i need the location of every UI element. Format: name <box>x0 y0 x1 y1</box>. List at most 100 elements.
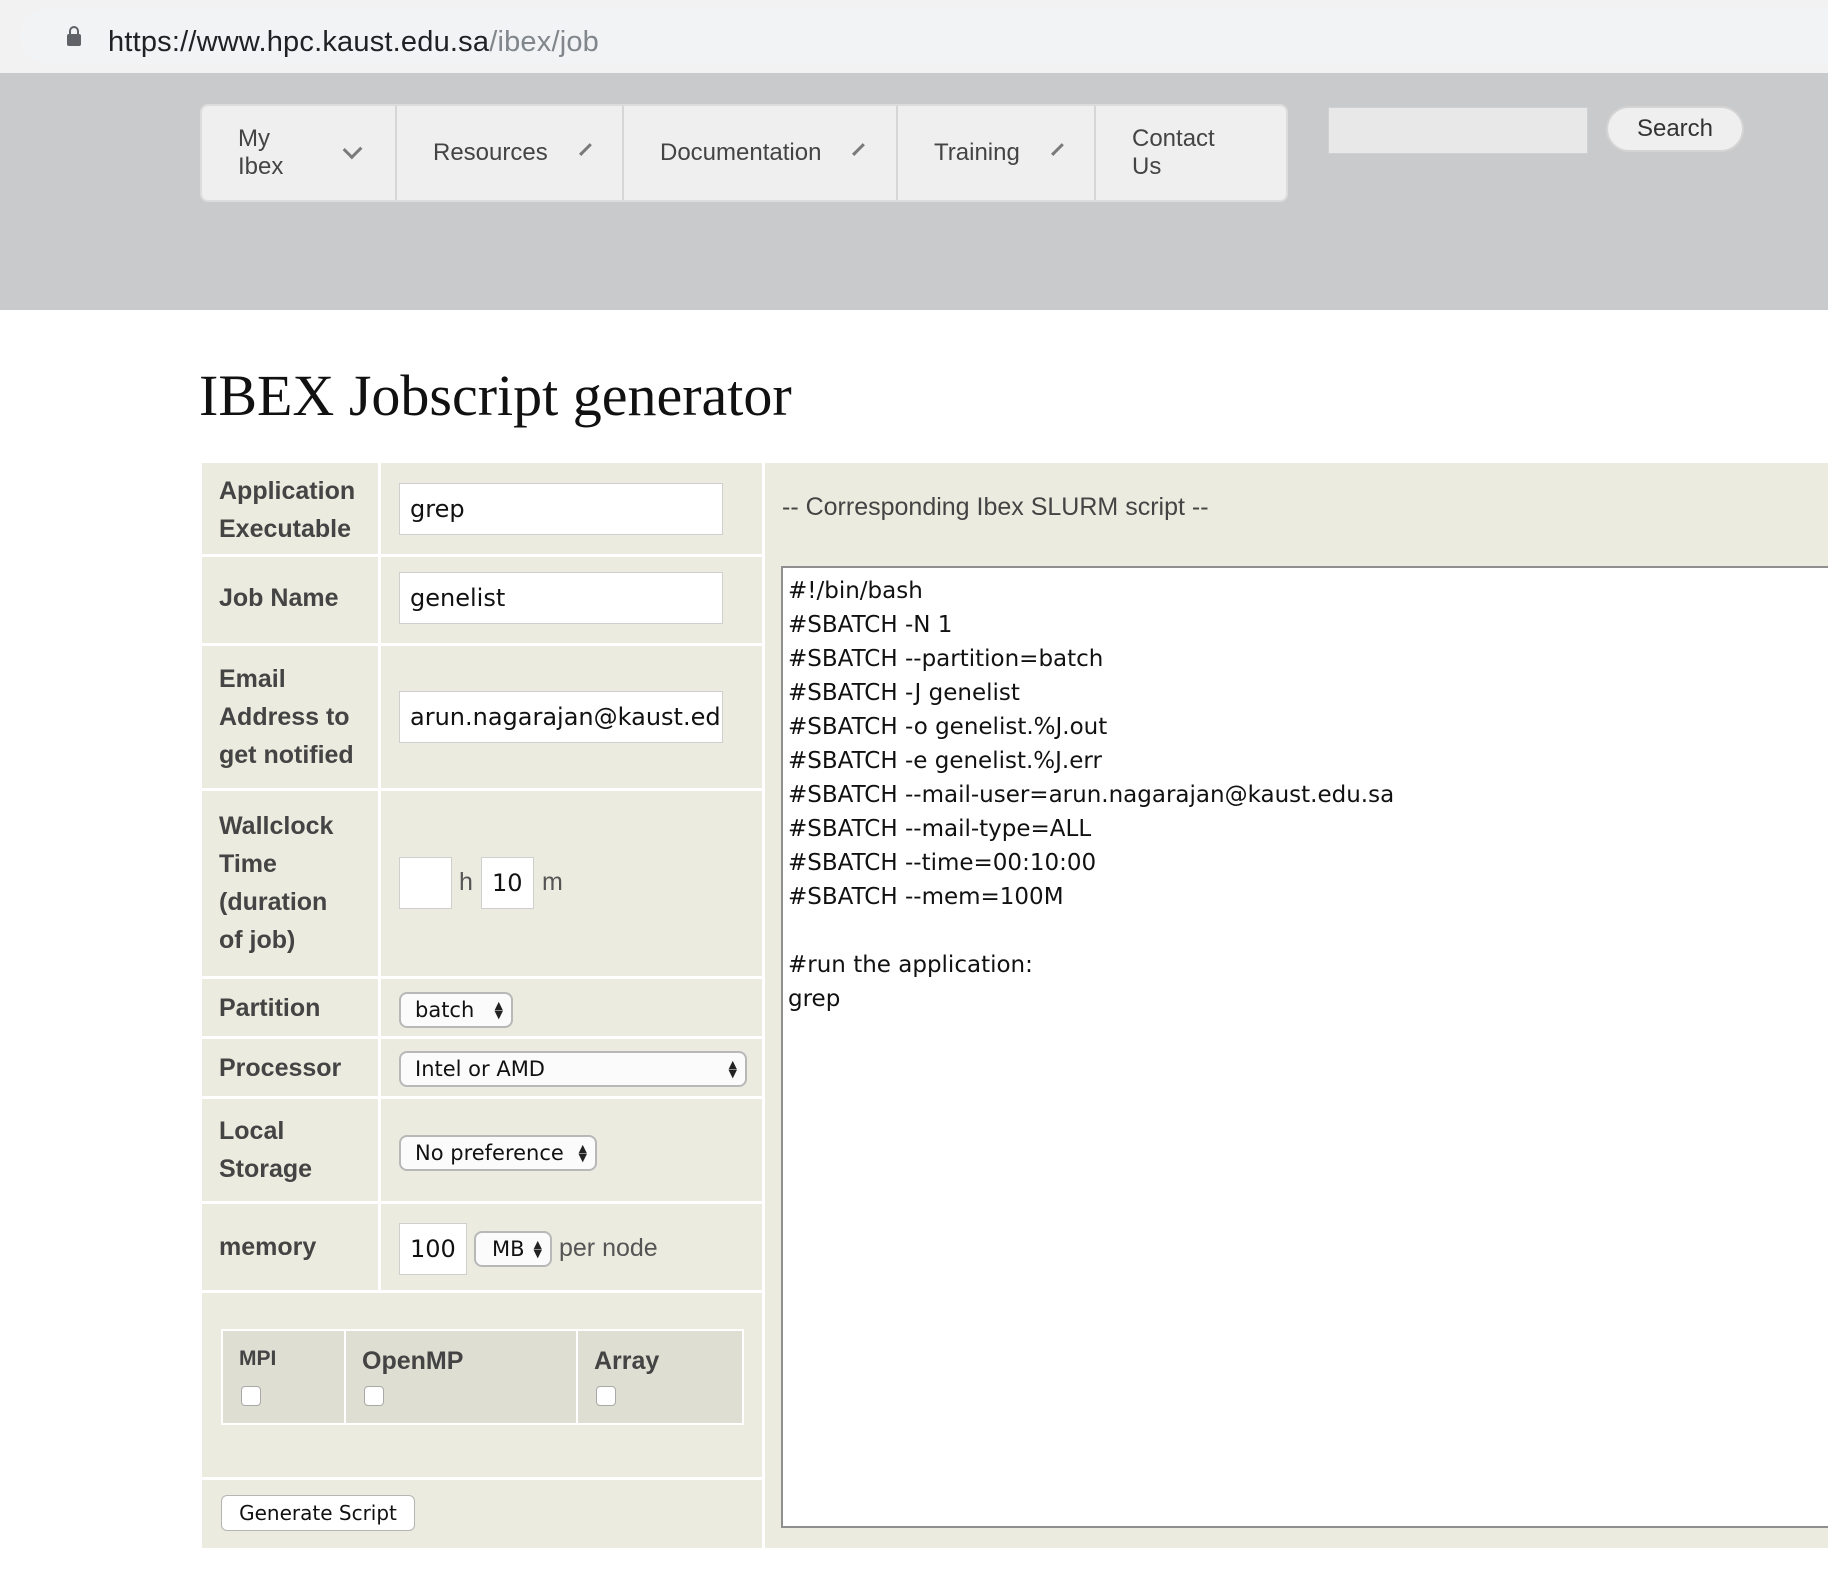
memory-unit-select[interactable]: MB ▲ ▼ <box>474 1231 552 1267</box>
nav-label: Training <box>934 139 1020 166</box>
generate-script-button[interactable]: Generate Script <box>221 1495 415 1531</box>
processor-select[interactable]: Intel or AMD ▲ ▼ <box>399 1051 747 1087</box>
divider <box>378 979 381 1036</box>
chevron-down-icon <box>1050 142 1064 156</box>
option-array: Array <box>578 1331 742 1423</box>
select-arrows-icon: ▲ ▼ <box>533 1238 542 1260</box>
local-storage-select[interactable]: No preference ▲ ▼ <box>399 1135 597 1171</box>
chevron-down-icon <box>852 142 866 156</box>
script-line: #SBATCH --mail-type=ALL <box>788 816 1092 842</box>
memory-label: memory <box>219 1233 317 1261</box>
option-label: Array <box>594 1347 660 1375</box>
search-button[interactable]: Search <box>1606 106 1744 152</box>
mpi-checkbox[interactable] <box>241 1386 261 1406</box>
label-line: (duration <box>219 888 328 916</box>
script-line: #!/bin/bash <box>788 578 923 604</box>
label-line: Application <box>219 477 356 505</box>
label-line: Local <box>219 1117 285 1145</box>
local-storage-label: Local Storage <box>219 1112 312 1188</box>
label-line: Email <box>219 665 286 693</box>
nav-label: Documentation <box>660 139 822 166</box>
select-arrows-icon: ▲ ▼ <box>578 1142 587 1164</box>
label-line: get notified <box>219 741 354 769</box>
label-line: Executable <box>219 515 352 543</box>
options-table: MPI OpenMP Array <box>221 1329 744 1425</box>
openmp-checkbox[interactable] <box>364 1386 384 1406</box>
script-line: #SBATCH -N 1 <box>788 612 953 638</box>
memory-unit-selected: MB <box>492 1237 525 1261</box>
script-line: #SBATCH -o genelist.%J.out <box>788 714 1108 740</box>
hours-input[interactable] <box>399 857 452 909</box>
address-bar[interactable]: https://www.hpc.kaust.edu.sa/ibex/job <box>20 8 1828 64</box>
chevron-down-icon <box>578 142 592 156</box>
nav-item-resources[interactable]: Resources <box>397 106 624 200</box>
email-label: Email Address to get notified <box>219 660 354 774</box>
option-openmp: OpenMP <box>346 1331 578 1423</box>
row-partition: Partition batch ▲ ▼ <box>202 979 762 1039</box>
processor-label: Processor <box>219 1054 342 1082</box>
memory-input[interactable]: 100 <box>399 1223 467 1275</box>
script-line: #SBATCH --time=00:10:00 <box>788 850 1097 876</box>
row-processor: Processor Intel or AMD ▲ ▼ <box>202 1039 762 1099</box>
script-line: #SBATCH -J genelist <box>788 680 1020 706</box>
array-checkbox[interactable] <box>596 1386 616 1406</box>
divider <box>378 463 381 554</box>
script-textarea[interactable]: #!/bin/bash #SBATCH -N 1 #SBATCH --parti… <box>781 566 1828 1528</box>
label-line: Address to <box>219 703 350 731</box>
script-line: #SBATCH -e genelist.%J.err <box>788 748 1102 774</box>
hours-unit: h <box>459 868 473 896</box>
partition-select[interactable]: batch ▲ ▼ <box>399 992 513 1028</box>
nav-label: Resources <box>433 139 548 166</box>
nav-item-training[interactable]: Training <box>898 106 1096 200</box>
row-application: Application Executable grep <box>202 463 762 557</box>
script-line: grep <box>788 986 841 1012</box>
job-name-label: Job Name <box>219 584 339 612</box>
email-input[interactable]: arun.nagarajan@kaust.edu.sa <box>399 691 723 743</box>
browser-toolbar: https://www.hpc.kaust.edu.sa/ibex/job <box>0 0 1828 73</box>
label-line: Wallclock <box>219 812 334 840</box>
nav-label: Contact Us <box>1132 125 1215 180</box>
processor-selected: Intel or AMD <box>415 1057 545 1081</box>
nav-label: My Ibex <box>238 125 284 180</box>
script-line: #SBATCH --mail-user=arun.nagarajan@kaust… <box>788 782 1395 808</box>
option-label: OpenMP <box>362 1347 464 1375</box>
lock-icon <box>67 26 81 46</box>
option-mpi: MPI <box>223 1331 346 1423</box>
nav-item-contact-us[interactable]: Contact Us <box>1096 106 1286 200</box>
divider <box>378 646 381 788</box>
script-line: #run the application: <box>788 952 1033 978</box>
divider <box>202 1477 762 1480</box>
minutes-input[interactable]: 10 <box>481 857 534 909</box>
chevron-down-icon <box>342 139 363 159</box>
local-storage-selected: No preference <box>415 1141 564 1165</box>
nav-item-documentation[interactable]: Documentation <box>624 106 898 200</box>
nav-item-my-ibex[interactable]: My Ibex <box>202 106 397 200</box>
script-line <box>788 914 1828 948</box>
script-header: -- Corresponding Ibex SLURM script -- <box>782 493 1209 521</box>
select-arrows-icon: ▲ ▼ <box>494 999 503 1021</box>
divider <box>378 1204 381 1290</box>
divider <box>378 1099 381 1201</box>
select-arrows-icon: ▲ ▼ <box>728 1058 737 1080</box>
search-input[interactable] <box>1328 107 1588 154</box>
option-label: MPI <box>239 1347 277 1370</box>
wallclock-label: Wallclock Time (duration of job) <box>219 807 333 959</box>
label-line: Time <box>219 850 277 878</box>
divider <box>378 791 381 976</box>
url-host: https://www.hpc.kaust.edu.sa <box>108 26 490 58</box>
label-line: of job) <box>219 926 296 954</box>
application-input[interactable]: grep <box>399 483 723 535</box>
row-wallclock: Wallclock Time (duration of job) h 10 m <box>202 791 762 979</box>
application-label: Application Executable <box>219 472 355 548</box>
divider <box>378 557 381 643</box>
memory-suffix: per node <box>559 1234 658 1262</box>
job-name-input[interactable]: genelist <box>399 572 723 624</box>
partition-label: Partition <box>219 994 321 1022</box>
row-job-name: Job Name genelist <box>202 557 762 646</box>
script-panel: -- Corresponding Ibex SLURM script -- #!… <box>765 463 1828 1548</box>
url-text[interactable]: https://www.hpc.kaust.edu.sa/ibex/job <box>108 26 599 59</box>
form-panel: Application Executable grep Job Name gen… <box>202 463 762 1548</box>
label-line: Storage <box>219 1155 313 1183</box>
minutes-unit: m <box>542 868 563 896</box>
script-line: #SBATCH --partition=batch <box>788 646 1104 672</box>
